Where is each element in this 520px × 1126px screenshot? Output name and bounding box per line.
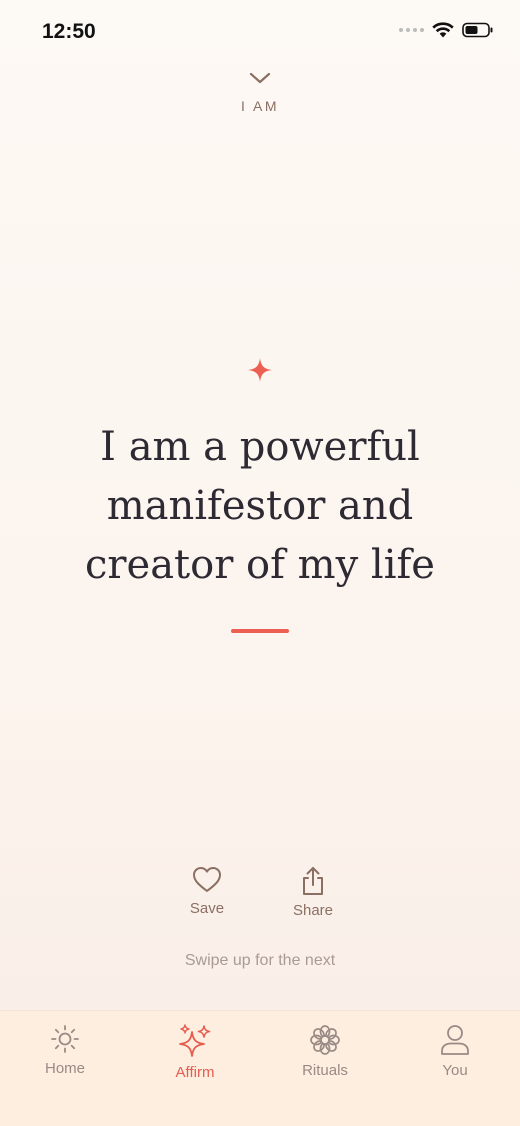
- tab-you-label: You: [442, 1062, 468, 1079]
- flower-icon: [310, 1025, 340, 1055]
- affirmation-line: I am a powerful: [100, 424, 420, 470]
- cellular-signal-icon: [399, 28, 424, 32]
- save-label: Save: [189, 900, 225, 917]
- share-button[interactable]: Share: [283, 866, 343, 919]
- tab-rituals[interactable]: Rituals: [275, 1011, 375, 1079]
- chevron-down-icon[interactable]: [248, 70, 272, 86]
- accent-divider: [231, 629, 289, 633]
- category-label: I AM: [240, 98, 279, 114]
- tab-affirm-label: Affirm: [175, 1064, 215, 1081]
- heart-icon: [193, 867, 221, 892]
- share-icon: [303, 867, 323, 895]
- tab-home[interactable]: Home: [15, 1011, 115, 1077]
- affirmation-line: creator of my life: [85, 542, 435, 588]
- sun-icon: [51, 1025, 79, 1053]
- collapse-header: I AM: [0, 70, 520, 114]
- save-button[interactable]: Save: [177, 866, 237, 919]
- share-label: Share: [292, 902, 334, 919]
- tab-rituals-label: Rituals: [302, 1062, 348, 1079]
- status-icons: [399, 22, 494, 38]
- affirmation-line: manifestor and: [106, 483, 414, 529]
- swipe-hint: Swipe up for the next: [184, 952, 336, 969]
- sparkle-icon: [248, 358, 272, 382]
- user-icon: [441, 1025, 469, 1055]
- tab-bar: Home Affirm Rituals You: [0, 1010, 520, 1126]
- status-time: 12:50: [42, 20, 96, 43]
- battery-icon: [462, 22, 493, 38]
- tab-home-label: Home: [44, 1060, 85, 1077]
- tab-you[interactable]: You: [405, 1011, 505, 1079]
- action-row: Save Share: [0, 866, 520, 919]
- tab-affirm[interactable]: Affirm: [145, 1011, 245, 1081]
- affirmation-text: I am a powerful manifestor and creator o…: [40, 418, 480, 595]
- sparkles-icon: [179, 1024, 211, 1057]
- status-bar: 12:50: [0, 0, 520, 64]
- wifi-icon: [432, 22, 454, 38]
